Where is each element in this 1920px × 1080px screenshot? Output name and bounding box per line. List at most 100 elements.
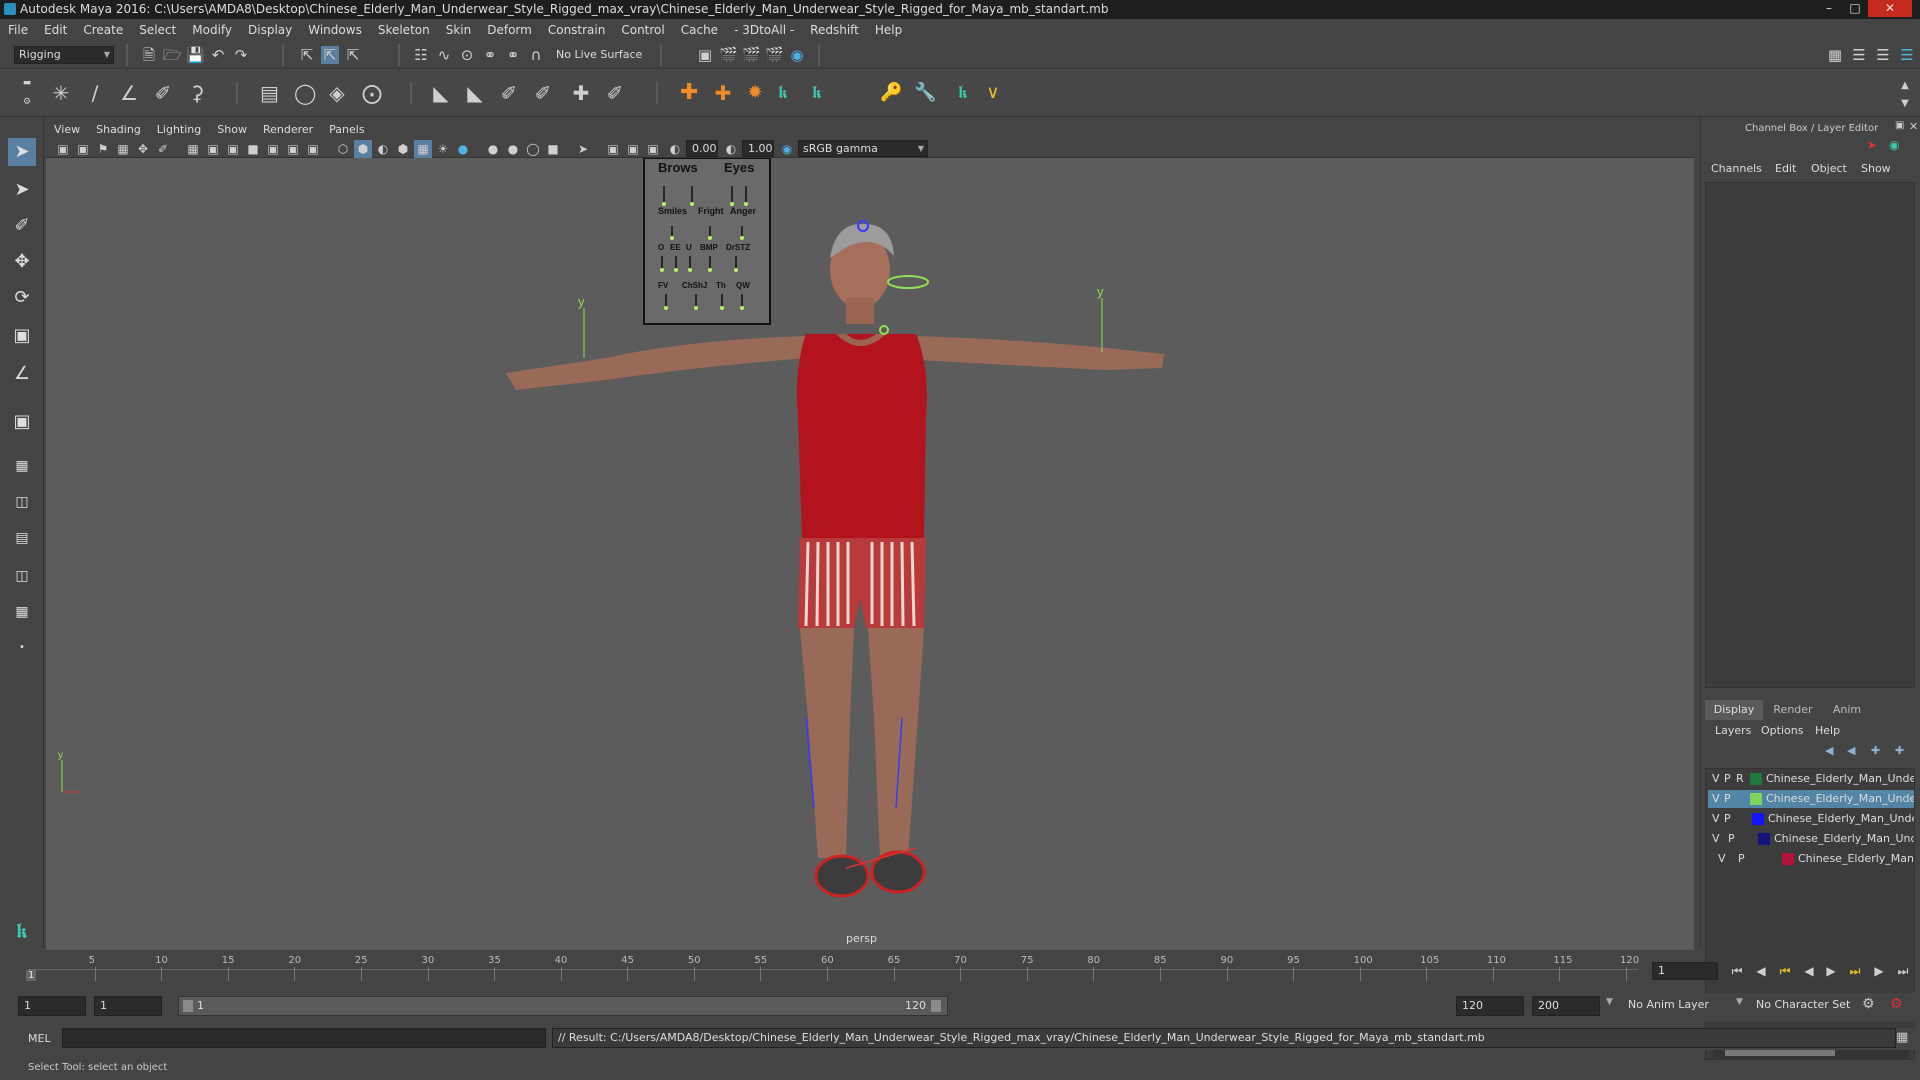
shelf-menu-icon[interactable]: ▬ xyxy=(18,74,36,92)
grid-toggle-icon[interactable]: ▦ xyxy=(184,140,202,158)
save-scene-icon[interactable]: 💾 xyxy=(186,46,205,64)
new-layer-icon[interactable]: ✚ xyxy=(1871,744,1880,757)
wrap-icon[interactable]: ◈ xyxy=(328,83,346,103)
move-layer-up-icon[interactable]: ◀ xyxy=(1825,744,1833,757)
live-surface-label[interactable]: No Live Surface xyxy=(556,48,642,61)
color-management-icon[interactable]: ◉ xyxy=(778,140,796,158)
paint-weights-icon[interactable]: ✐ xyxy=(500,83,518,103)
preferences-icon[interactable]: ⚙ xyxy=(1890,996,1903,1012)
exposure-field[interactable]: 0.00 xyxy=(686,140,718,157)
render-frame-icon[interactable]: 🎬 xyxy=(719,46,738,64)
modeling-toolkit-icon[interactable]: ▦ xyxy=(1826,46,1844,64)
menu-cache[interactable]: Cache xyxy=(673,19,726,41)
safe-action-icon[interactable]: ▣ xyxy=(284,140,302,158)
more-layouts-icon[interactable]: • xyxy=(8,634,36,662)
grease-pencil-icon[interactable]: ✐ xyxy=(154,140,172,158)
redo-icon[interactable]: ↷ xyxy=(232,46,250,64)
ik-handle-icon[interactable]: ∠ xyxy=(120,83,138,103)
rig-controls[interactable] xyxy=(61,220,1103,869)
chevron-down-icon[interactable]: ▼ xyxy=(1736,997,1743,1007)
two-d-pan-icon[interactable]: ✥ xyxy=(134,140,152,158)
current-frame-marker[interactable]: 1 xyxy=(26,970,37,981)
tab-anim[interactable]: Anim xyxy=(1821,700,1873,720)
field-chart-icon[interactable]: ▣ xyxy=(264,140,282,158)
parent-constraint-icon[interactable]: 𝖐 xyxy=(774,84,792,102)
layer-visibility[interactable]: V xyxy=(1712,790,1720,808)
layer-playback[interactable]: P xyxy=(1724,770,1731,788)
object-menu[interactable]: Object xyxy=(1811,162,1847,175)
hypershade-layout-icon[interactable]: ▦ xyxy=(8,598,36,626)
range-start-handle[interactable] xyxy=(183,1000,193,1012)
playback-start-field[interactable]: 1 xyxy=(94,996,162,1016)
attribute-editor-icon[interactable]: ☰ xyxy=(1850,46,1868,64)
float-panel-icon[interactable]: ▣ xyxy=(1895,120,1904,131)
edit-menu[interactable]: Edit xyxy=(1775,162,1796,175)
end-time-field[interactable]: 200 xyxy=(1532,996,1600,1016)
close-panel-icon[interactable]: ✕ xyxy=(1909,120,1918,133)
shelf-scroll-down-icon[interactable]: ▼ xyxy=(1896,95,1914,113)
scale-tool-icon[interactable]: ▣ xyxy=(8,322,36,350)
safe-title-icon[interactable]: ▣ xyxy=(304,140,322,158)
add-influence-icon[interactable]: ✚ xyxy=(572,83,590,103)
new-scene-icon[interactable]: 🗎 xyxy=(140,46,158,64)
new-layer-selected-icon[interactable]: ✚ xyxy=(1895,744,1904,757)
display-layer-row[interactable]: V P Chinese_Elderly_Man_ xyxy=(1708,850,1914,868)
facial-control-board[interactable] xyxy=(643,158,771,325)
magnet-icon[interactable]: ∩ xyxy=(527,46,545,64)
ipr-render-icon[interactable]: 🎬 xyxy=(742,46,761,64)
ambient-occlusion-icon[interactable]: ● xyxy=(484,140,502,158)
time-slider[interactable]: 5 10 15 20 25 30 35 40 45 50 55 60 65 70 75 80 85 90 95 100… xyxy=(20,955,1640,985)
perspective-viewport[interactable]: Brows Eyes Smiles Fright Anger O EE U BM… xyxy=(46,158,1694,950)
set-driven-key-icon[interactable]: 🔑 xyxy=(880,84,902,102)
layer-color-swatch[interactable] xyxy=(1782,853,1794,865)
options-menu[interactable]: Options xyxy=(1761,724,1803,737)
textured-icon[interactable]: ▦ xyxy=(414,140,432,158)
menu-edit[interactable]: Edit xyxy=(36,19,75,41)
go-to-end-icon[interactable]: ⏭ xyxy=(1894,962,1912,980)
aim-constraint-icon[interactable]: 𝖐 xyxy=(808,84,826,102)
camera-attributes-icon[interactable]: ▣ xyxy=(74,140,92,158)
menu-control[interactable]: Control xyxy=(613,19,672,41)
show-menu[interactable]: Show xyxy=(1861,162,1891,175)
layer-playback[interactable]: P xyxy=(1738,850,1745,868)
view-transform-dropdown[interactable]: sRGB gamma ▼ xyxy=(798,140,928,157)
layer-name[interactable]: Chinese_Elderly_Man_ xyxy=(1798,850,1914,868)
attribute-icon[interactable]: ◉ xyxy=(1889,138,1899,152)
menu-skeleton[interactable]: Skeleton xyxy=(370,19,438,41)
channel-box-toggle-icon[interactable]: ☰ xyxy=(1898,46,1916,64)
shelf-scroll-up-icon[interactable]: ▲ xyxy=(1896,77,1914,95)
panel-menu-lighting[interactable]: Lighting xyxy=(149,120,209,140)
script-editor-icon[interactable]: ▦ xyxy=(1896,1030,1908,1045)
layer-visibility[interactable]: V xyxy=(1712,770,1720,788)
four-view-layout-icon[interactable]: ▦ xyxy=(8,452,36,480)
layer-scrollbar-thumb[interactable] xyxy=(1725,1050,1835,1056)
persp-graph-layout-icon[interactable]: ▤ xyxy=(8,524,36,552)
wireframe-on-shaded-icon[interactable]: ◐ xyxy=(374,140,392,158)
gamma-field[interactable]: 1.00 xyxy=(742,140,774,157)
snap-curve-icon[interactable]: ∿ xyxy=(435,46,453,64)
layer-name[interactable]: Chinese_Elderly_Man_Under xyxy=(1766,770,1914,788)
single-perspective-layout-icon[interactable]: ▣ xyxy=(8,408,36,436)
channel-list[interactable] xyxy=(1705,182,1915,688)
move-layer-down-icon[interactable]: ◀ xyxy=(1847,744,1855,757)
select-tool-icon[interactable]: ➤ xyxy=(8,138,36,166)
menu-skin[interactable]: Skin xyxy=(438,19,480,41)
depth-of-field-icon[interactable]: ■ xyxy=(544,140,562,158)
open-scene-icon[interactable]: 🗁 xyxy=(163,46,182,64)
panel-menu-panels[interactable]: Panels xyxy=(321,120,372,140)
gate-mask-icon[interactable]: ■ xyxy=(244,140,262,158)
layer-name[interactable]: Chinese_Elderly_Man_Under xyxy=(1768,810,1914,828)
step-back-key-icon[interactable]: ⏮ xyxy=(1776,962,1794,980)
select-hierarchy-icon[interactable]: ⇱ xyxy=(298,46,316,64)
orient-constraint-icon[interactable]: ✹ xyxy=(746,84,764,102)
persp-outliner-layout-icon[interactable]: ◫ xyxy=(8,488,36,516)
character-model[interactable] xyxy=(506,223,1164,898)
camera-select-icon[interactable]: ▣ xyxy=(54,140,72,158)
create-joints-icon[interactable]: ✳ xyxy=(52,83,70,103)
panel-menu-view[interactable]: View xyxy=(46,120,88,140)
isolate-select-icon[interactable]: ➤ xyxy=(574,140,592,158)
xray-joints-icon[interactable]: ▣ xyxy=(624,140,642,158)
layer-color-swatch[interactable] xyxy=(1750,773,1762,785)
menu-deform[interactable]: Deform xyxy=(479,19,540,41)
start-time-field[interactable]: 1 xyxy=(18,996,86,1016)
